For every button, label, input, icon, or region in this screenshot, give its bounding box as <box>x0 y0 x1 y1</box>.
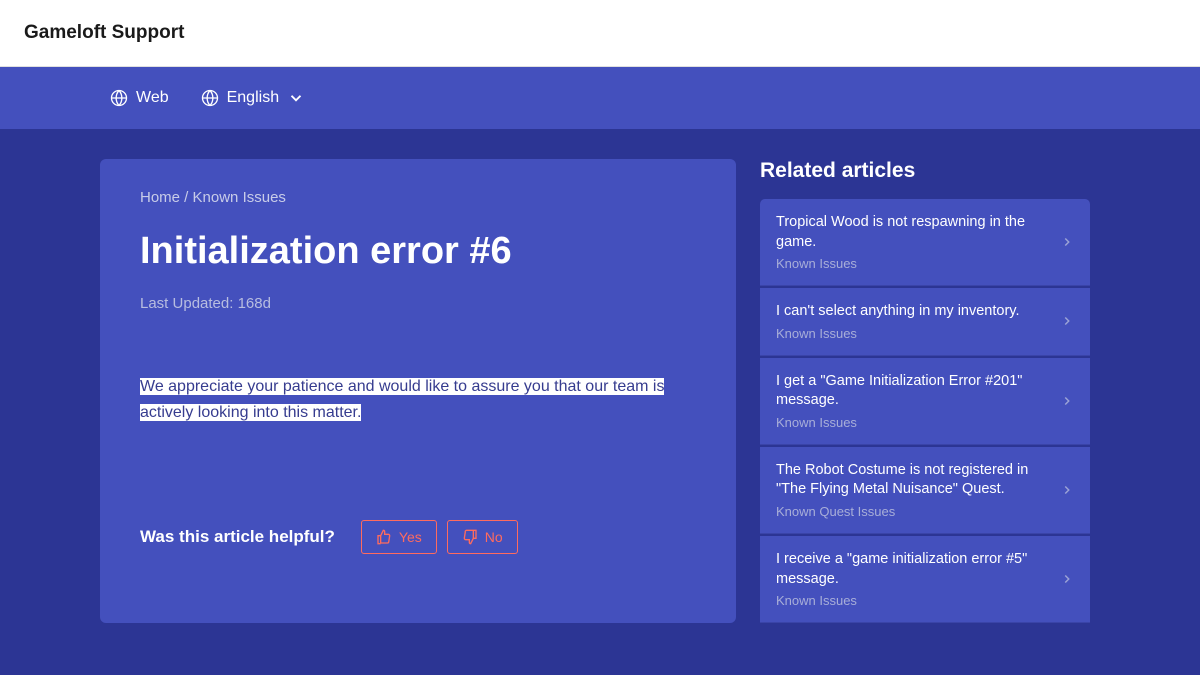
related-list: Tropical Wood is not respawning in the g… <box>760 199 1090 623</box>
related-item-title: I get a "Game Initialization Error #201"… <box>776 372 1052 411</box>
breadcrumb-section[interactable]: Known Issues <box>193 189 286 206</box>
breadcrumb: Home / Known Issues <box>140 189 696 206</box>
related-item-category: Known Issues <box>776 593 1052 608</box>
nav-bar: Web English <box>0 67 1200 129</box>
feedback-no-button[interactable]: No <box>447 520 518 554</box>
article-card: Home / Known Issues Initialization error… <box>100 159 736 623</box>
platform-label: Web <box>136 89 169 107</box>
related-item[interactable]: The Robot Costume is not registered in "… <box>760 447 1090 534</box>
breadcrumb-separator: / <box>180 189 193 206</box>
globe-icon <box>110 89 128 107</box>
language-selector[interactable]: English <box>201 89 305 107</box>
site-title: Gameloft Support <box>24 22 1176 44</box>
related-item-title: I receive a "game initialization error #… <box>776 550 1052 589</box>
related-title: Related articles <box>760 159 1090 183</box>
thumbs-up-icon <box>376 529 392 545</box>
thumbs-down-icon <box>462 529 478 545</box>
feedback-yes-label: Yes <box>399 529 422 545</box>
chevron-right-icon <box>1060 483 1074 497</box>
related-item-title: I can't select anything in my inventory. <box>776 302 1052 322</box>
chevron-right-icon <box>1060 314 1074 328</box>
related-item-category: Known Issues <box>776 415 1052 430</box>
related-item-title: Tropical Wood is not respawning in the g… <box>776 213 1052 252</box>
site-header: Gameloft Support <box>0 0 1200 67</box>
related-item[interactable]: I get a "Game Initialization Error #201"… <box>760 358 1090 445</box>
related-item-title: The Robot Costume is not registered in "… <box>776 461 1052 500</box>
related-sidebar: Related articles Tropical Wood is not re… <box>760 159 1090 623</box>
selected-text: We appreciate your patience and would li… <box>140 378 664 421</box>
platform-selector[interactable]: Web <box>110 89 169 107</box>
language-label: English <box>227 89 279 107</box>
related-item-category: Known Issues <box>776 256 1052 271</box>
related-item-category: Known Issues <box>776 326 1052 341</box>
chevron-right-icon <box>1060 235 1074 249</box>
main-content: Home / Known Issues Initialization error… <box>0 129 1200 623</box>
related-item[interactable]: I can't select anything in my inventory.… <box>760 288 1090 356</box>
feedback-no-label: No <box>485 529 503 545</box>
chevron-right-icon <box>1060 572 1074 586</box>
related-item[interactable]: I receive a "game initialization error #… <box>760 536 1090 623</box>
breadcrumb-home[interactable]: Home <box>140 189 180 206</box>
feedback-buttons: Yes No <box>361 520 518 554</box>
article-title: Initialization error #6 <box>140 230 696 273</box>
feedback-row: Was this article helpful? Yes No <box>140 520 696 554</box>
feedback-label: Was this article helpful? <box>140 527 335 547</box>
article-body: We appreciate your patience and would li… <box>140 374 696 425</box>
related-item-category: Known Quest Issues <box>776 504 1052 519</box>
related-item[interactable]: Tropical Wood is not respawning in the g… <box>760 199 1090 286</box>
globe-icon <box>201 89 219 107</box>
feedback-yes-button[interactable]: Yes <box>361 520 437 554</box>
chevron-down-icon <box>287 89 305 107</box>
last-updated: Last Updated: 168d <box>140 295 696 312</box>
chevron-right-icon <box>1060 394 1074 408</box>
